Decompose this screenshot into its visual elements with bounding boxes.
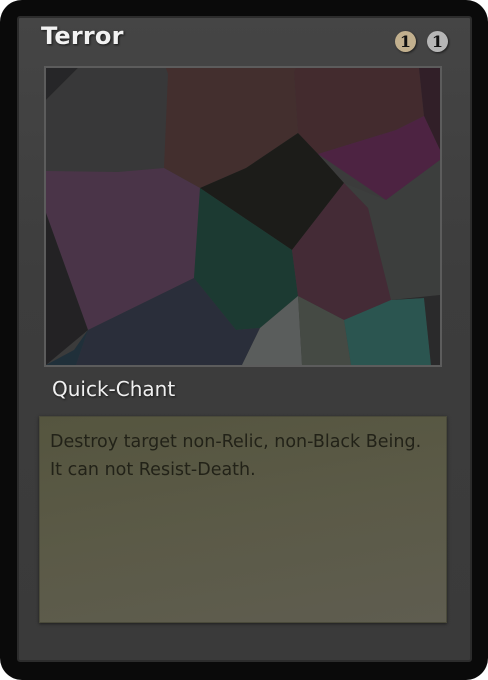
card-art: [44, 66, 442, 367]
rules-text-box: Destroy target non-Relic, non-Black Bein…: [39, 416, 447, 623]
card-type-line: Quick-Chant: [52, 377, 176, 401]
card-art-image: [46, 68, 440, 365]
mana-cost-black-icon: 1: [427, 31, 448, 52]
mana-cost-generic-icon: 1: [395, 31, 416, 52]
rules-text: Destroy target non-Relic, non-Black Bein…: [50, 432, 422, 480]
card-name: Terror: [41, 22, 124, 50]
